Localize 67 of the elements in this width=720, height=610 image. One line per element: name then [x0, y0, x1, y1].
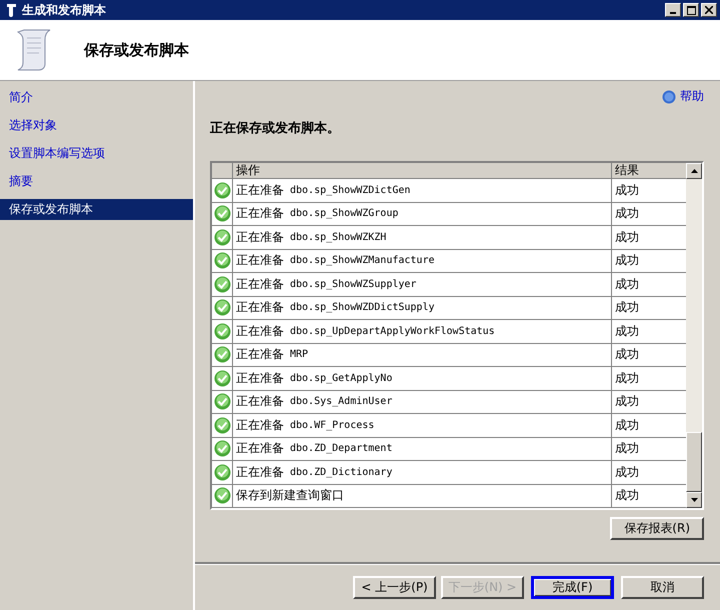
table-cell-text: 成功 [614, 464, 640, 481]
table-cell-text: 成功 [614, 346, 640, 364]
success-check-icon [214, 487, 230, 504]
maximize-icon [686, 6, 696, 14]
table-cell: 保存到新建查询窗口 [233, 484, 612, 507]
success-check-icon [214, 228, 230, 246]
help-link[interactable]: 帮助 [662, 88, 704, 105]
scrollbar[interactable] [686, 163, 702, 508]
table-cell: 正在准备 dbo.sp_ShowWZSupplyer [233, 273, 612, 296]
success-check-icon [214, 393, 230, 410]
table-cell: 正在准备 dbo.WF_Process [233, 414, 612, 436]
table-cell: 正在准备 dbo.sp_ShowWZManufacture [233, 250, 612, 272]
scrollbar-thumb[interactable] [686, 432, 702, 492]
sidebar-item[interactable]: 设置脚本编写选项 [0, 143, 193, 164]
sidebar-item[interactable]: 简介 [0, 87, 193, 108]
success-check-icon [214, 346, 230, 364]
sidebar-item[interactable]: 保存或发布脚本 [0, 199, 193, 220]
wizard-button[interactable]: < 上一步(P) [353, 576, 436, 598]
sidebar-item[interactable]: 摘要 [0, 171, 193, 192]
success-check-icon [214, 370, 230, 387]
down-arrow-icon [690, 498, 698, 502]
table-cell: 正在准备 dbo.ZD_Department [233, 438, 612, 460]
table-cell-text: 成功 [614, 322, 640, 340]
window-title: 生成和发布脚本 [22, 2, 106, 18]
success-check-icon [214, 276, 230, 293]
save-report-button[interactable]: 保存报表(R) [610, 517, 704, 540]
table-cell-text: 成功 [614, 299, 640, 316]
table-cell: 正在准备 dbo.Sys_AdminUser [233, 390, 612, 413]
success-check-icon [214, 182, 230, 199]
column-header[interactable]: 结果 [612, 163, 686, 178]
status-text: 正在保存或发布脚本。 [210, 120, 341, 137]
table-cell-text: 成功 [614, 205, 640, 222]
table-cell-text: 成功 [614, 370, 640, 387]
wizard-button[interactable]: 取消 [621, 576, 704, 598]
table-cell-text: 成功 [614, 228, 640, 246]
column-header[interactable]: 操作 [233, 163, 612, 178]
table-cell: 正在准备 MRP [233, 344, 612, 366]
table-cell-text: 成功 [614, 440, 640, 458]
page-title: 保存或发布脚本 [84, 40, 189, 60]
table-cell-text: 成功 [614, 416, 640, 434]
table-cell: 正在准备 dbo.sp_ShowWZKZH [233, 226, 612, 248]
maximize-button[interactable] [683, 3, 699, 17]
help-icon [662, 90, 676, 104]
table-cell: 正在准备 dbo.sp_ShowWZGroup [233, 202, 612, 225]
table-cell: 正在准备 dbo.sp_ShowWZDDictSupply [233, 296, 612, 319]
up-arrow-icon [690, 169, 698, 173]
table-cell-text: 成功 [614, 252, 640, 270]
table-cell: 正在准备 dbo.sp_ShowWZDictGen [233, 179, 612, 202]
sidebar-item[interactable]: 选择对象 [0, 115, 193, 136]
success-check-icon [214, 322, 230, 340]
close-icon [705, 6, 713, 14]
success-check-icon [214, 252, 230, 270]
table-cell: 正在准备 dbo.sp_UpDepartApplyWorkFlowStatus [233, 320, 612, 342]
success-check-icon [214, 205, 230, 222]
table-cell-text: 成功 [614, 393, 640, 410]
success-check-icon [214, 299, 230, 316]
success-check-icon [214, 416, 230, 434]
table-cell-text: 成功 [614, 182, 640, 199]
wizard-button[interactable]: 完成(F) [531, 576, 614, 598]
table-cell: 正在准备 dbo.sp_GetApplyNo [233, 367, 612, 390]
table-cell: 正在准备 dbo.ZD_Dictionary [233, 461, 612, 484]
close-button[interactable] [701, 3, 717, 17]
minimize-button[interactable] [665, 3, 681, 17]
success-check-icon [214, 440, 230, 458]
success-check-icon [214, 464, 230, 481]
table-cell-text: 成功 [614, 487, 640, 504]
table-cell-text: 成功 [614, 276, 640, 293]
